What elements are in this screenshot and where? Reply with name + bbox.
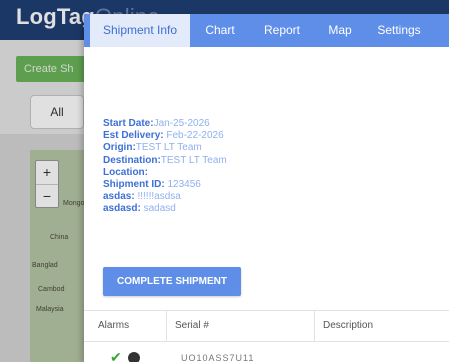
- shipment-id-row: Shipment ID: 123456: [103, 179, 227, 191]
- logger-table-header: Alarms Serial # Description: [84, 310, 449, 342]
- field-value: Feb-22-2026: [163, 130, 224, 142]
- shipment-info-list: Start Date:Jan-25-2026 Est Delivery: Feb…: [103, 118, 227, 216]
- field-label: Shipment ID:: [103, 179, 165, 191]
- destination-row: Destination:TEST LT Team: [103, 155, 227, 167]
- custom-field-row: asdasd: sadasd: [103, 203, 227, 215]
- tab-chart[interactable]: Chart: [196, 14, 244, 47]
- check-icon: ✔: [110, 349, 122, 362]
- serial-cell: UO10ASS7U11: [181, 353, 255, 362]
- custom-field-row: asdas: !!!!!!asdsa: [103, 191, 227, 203]
- field-value: 123456: [164, 179, 201, 191]
- tab-settings[interactable]: Settings: [368, 14, 430, 47]
- column-header-description[interactable]: Description: [314, 311, 449, 341]
- tab-report[interactable]: Report: [254, 14, 310, 47]
- tab-bar: Shipment Info Chart Report Map Settings: [84, 14, 449, 47]
- field-value: sadasd: [140, 203, 176, 215]
- table-row[interactable]: ✔ UO10ASS7U11: [84, 341, 449, 362]
- field-value: TEST LT Team: [160, 154, 227, 166]
- shipment-modal: Shipment Info Chart Report Map Settings …: [84, 14, 449, 362]
- column-header-alarms[interactable]: Alarms: [84, 311, 166, 341]
- field-label: Start Date:: [103, 118, 154, 129]
- field-value: Jan-25-2026: [153, 118, 210, 129]
- est-delivery-row: Est Delivery: Feb-22-2026: [103, 130, 227, 142]
- tab-map[interactable]: Map: [320, 14, 360, 47]
- field-label: asdas:: [103, 191, 135, 203]
- tab-shipment-info[interactable]: Shipment Info: [90, 14, 190, 47]
- status-dot-icon: [128, 352, 140, 362]
- field-value: !!!!!!asdsa: [134, 191, 181, 203]
- field-label: Origin:: [103, 142, 136, 154]
- field-label: Destination:: [103, 154, 161, 166]
- location-row: Location:: [103, 167, 227, 179]
- column-header-serial[interactable]: Serial #: [166, 311, 314, 341]
- start-date-row: Start Date:Jan-25-2026: [103, 118, 227, 130]
- field-label: asdasd:: [103, 203, 141, 215]
- field-label: Location:: [103, 166, 148, 178]
- origin-row: Origin:TEST LT Team: [103, 142, 227, 154]
- field-value: TEST LT Team: [135, 142, 202, 154]
- field-label: Est Delivery:: [103, 130, 164, 142]
- complete-shipment-button[interactable]: COMPLETE SHIPMENT: [103, 267, 241, 296]
